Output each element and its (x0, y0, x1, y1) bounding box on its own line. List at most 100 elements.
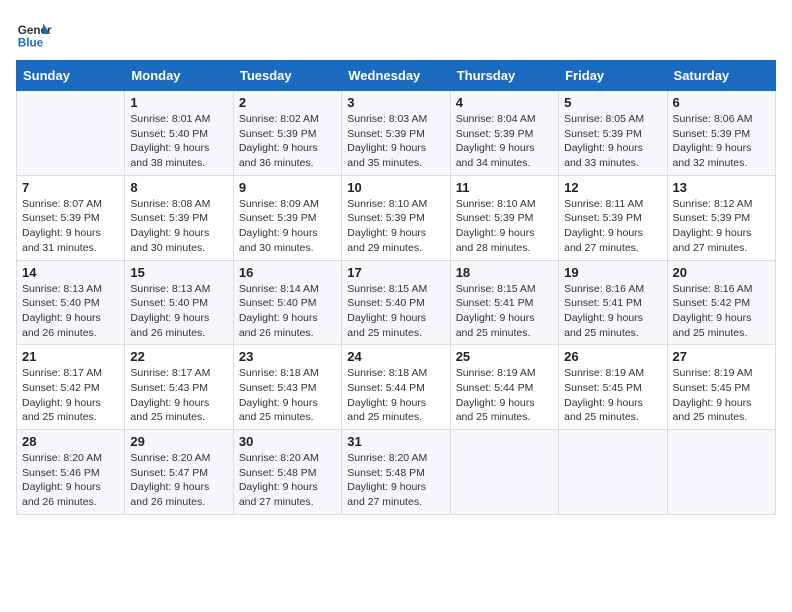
calendar-cell: 24 Sunrise: 8:18 AMSunset: 5:44 PMDayligh… (342, 345, 450, 430)
day-info: Sunrise: 8:02 AMSunset: 5:39 PMDaylight:… (239, 112, 336, 171)
day-number: 17 (347, 265, 444, 280)
day-info: Sunrise: 8:20 AMSunset: 5:48 PMDaylight:… (347, 451, 444, 510)
calendar-cell (667, 430, 775, 515)
day-info: Sunrise: 8:06 AMSunset: 5:39 PMDaylight:… (673, 112, 770, 171)
calendar-cell: 7Sunrise: 8:07 AMSunset: 5:39 PMDaylight… (17, 175, 125, 260)
day-info: Sunrise: 8:11 AMSunset: 5:39 PMDaylight:… (564, 197, 661, 256)
calendar-cell: 1 Sunrise: 8:01 AMSunset: 5:40 PMDaylight… (125, 91, 233, 176)
calendar-week-row: 14 Sunrise: 8:13 AMSunset: 5:40 PMDayligh… (17, 260, 776, 345)
day-number: 30 (239, 434, 336, 449)
calendar-cell: 31Sunrise: 8:20 AMSunset: 5:48 PMDayligh… (342, 430, 450, 515)
day-number: 6 (673, 95, 770, 110)
calendar-cell (450, 430, 558, 515)
day-info: Sunrise: 8:18 AMSunset: 5:44 PMDaylight:… (347, 366, 444, 425)
calendar-cell: 3 Sunrise: 8:03 AMSunset: 5:39 PMDaylight… (342, 91, 450, 176)
day-info: Sunrise: 8:13 AMSunset: 5:40 PMDaylight:… (22, 282, 119, 341)
day-info: Sunrise: 8:10 AMSunset: 5:39 PMDaylight:… (456, 197, 553, 256)
calendar-cell: 6 Sunrise: 8:06 AMSunset: 5:39 PMDaylight… (667, 91, 775, 176)
day-number: 23 (239, 349, 336, 364)
calendar-cell: 8 Sunrise: 8:08 AMSunset: 5:39 PMDaylight… (125, 175, 233, 260)
day-info: Sunrise: 8:16 AMSunset: 5:42 PMDaylight:… (673, 282, 770, 341)
day-info: Sunrise: 8:08 AMSunset: 5:39 PMDaylight:… (130, 197, 227, 256)
calendar-week-row: 28 Sunrise: 8:20 AMSunset: 5:46 PMDayligh… (17, 430, 776, 515)
logo: General Blue (16, 16, 52, 52)
calendar-table: SundayMondayTuesdayWednesdayThursdayFrid… (16, 60, 776, 515)
calendar-cell: 4 Sunrise: 8:04 AMSunset: 5:39 PMDaylight… (450, 91, 558, 176)
calendar-cell: 20 Sunrise: 8:16 AMSunset: 5:42 PMDayligh… (667, 260, 775, 345)
day-info: Sunrise: 8:20 AMSunset: 5:47 PMDaylight:… (130, 451, 227, 510)
calendar-cell: 17Sunrise: 8:15 AMSunset: 5:40 PMDayligh… (342, 260, 450, 345)
calendar-cell: 9 Sunrise: 8:09 AMSunset: 5:39 PMDaylight… (233, 175, 341, 260)
calendar-cell: 27 Sunrise: 8:19 AMSunset: 5:45 PMDayligh… (667, 345, 775, 430)
day-info: Sunrise: 8:13 AMSunset: 5:40 PMDaylight:… (130, 282, 227, 341)
day-number: 24 (347, 349, 444, 364)
day-info: Sunrise: 8:05 AMSunset: 5:39 PMDaylight:… (564, 112, 661, 171)
day-number: 19 (564, 265, 661, 280)
day-info: Sunrise: 8:19 AMSunset: 5:44 PMDaylight:… (456, 366, 553, 425)
day-number: 15 (130, 265, 227, 280)
day-number: 4 (456, 95, 553, 110)
day-number: 14 (22, 265, 119, 280)
day-number: 3 (347, 95, 444, 110)
day-number: 29 (130, 434, 227, 449)
calendar-header-row: SundayMondayTuesdayWednesdayThursdayFrid… (17, 61, 776, 91)
day-info: Sunrise: 8:09 AMSunset: 5:39 PMDaylight:… (239, 197, 336, 256)
weekday-header: Thursday (450, 61, 558, 91)
calendar-week-row: 7Sunrise: 8:07 AMSunset: 5:39 PMDaylight… (17, 175, 776, 260)
svg-text:Blue: Blue (18, 37, 44, 50)
day-number: 18 (456, 265, 553, 280)
day-number: 25 (456, 349, 553, 364)
calendar-cell: 13Sunrise: 8:12 AMSunset: 5:39 PMDayligh… (667, 175, 775, 260)
day-number: 7 (22, 180, 119, 195)
day-info: Sunrise: 8:14 AMSunset: 5:40 PMDaylight:… (239, 282, 336, 341)
day-info: Sunrise: 8:15 AMSunset: 5:41 PMDaylight:… (456, 282, 553, 341)
day-info: Sunrise: 8:19 AMSunset: 5:45 PMDaylight:… (564, 366, 661, 425)
day-info: Sunrise: 8:04 AMSunset: 5:39 PMDaylight:… (456, 112, 553, 171)
calendar-body: 1 Sunrise: 8:01 AMSunset: 5:40 PMDaylight… (17, 91, 776, 515)
weekday-header: Tuesday (233, 61, 341, 91)
day-number: 20 (673, 265, 770, 280)
calendar-cell: 19 Sunrise: 8:16 AMSunset: 5:41 PMDayligh… (559, 260, 667, 345)
day-number: 2 (239, 95, 336, 110)
calendar-cell: 5Sunrise: 8:05 AMSunset: 5:39 PMDaylight… (559, 91, 667, 176)
calendar-cell (559, 430, 667, 515)
logo-icon: General Blue (16, 16, 52, 52)
calendar-cell: 25 Sunrise: 8:19 AMSunset: 5:44 PMDayligh… (450, 345, 558, 430)
calendar-week-row: 1 Sunrise: 8:01 AMSunset: 5:40 PMDaylight… (17, 91, 776, 176)
calendar-cell: 16 Sunrise: 8:14 AMSunset: 5:40 PMDayligh… (233, 260, 341, 345)
day-info: Sunrise: 8:20 AMSunset: 5:48 PMDaylight:… (239, 451, 336, 510)
day-number: 8 (130, 180, 227, 195)
calendar-cell: 14 Sunrise: 8:13 AMSunset: 5:40 PMDayligh… (17, 260, 125, 345)
calendar-cell: 11 Sunrise: 8:10 AMSunset: 5:39 PMDayligh… (450, 175, 558, 260)
day-number: 21 (22, 349, 119, 364)
day-number: 22 (130, 349, 227, 364)
day-number: 11 (456, 180, 553, 195)
calendar-cell: 22 Sunrise: 8:17 AMSunset: 5:43 PMDayligh… (125, 345, 233, 430)
page-header: General Blue (16, 16, 776, 52)
day-number: 9 (239, 180, 336, 195)
calendar-cell: 28 Sunrise: 8:20 AMSunset: 5:46 PMDayligh… (17, 430, 125, 515)
day-info: Sunrise: 8:17 AMSunset: 5:43 PMDaylight:… (130, 366, 227, 425)
calendar-cell: 29 Sunrise: 8:20 AMSunset: 5:47 PMDayligh… (125, 430, 233, 515)
day-info: Sunrise: 8:01 AMSunset: 5:40 PMDaylight:… (130, 112, 227, 171)
day-info: Sunrise: 8:17 AMSunset: 5:42 PMDaylight:… (22, 366, 119, 425)
day-number: 28 (22, 434, 119, 449)
day-number: 26 (564, 349, 661, 364)
day-number: 27 (673, 349, 770, 364)
weekday-header: Sunday (17, 61, 125, 91)
calendar-cell: 30 Sunrise: 8:20 AMSunset: 5:48 PMDayligh… (233, 430, 341, 515)
day-info: Sunrise: 8:03 AMSunset: 5:39 PMDaylight:… (347, 112, 444, 171)
weekday-header: Friday (559, 61, 667, 91)
calendar-cell: 21 Sunrise: 8:17 AMSunset: 5:42 PMDayligh… (17, 345, 125, 430)
calendar-cell: 23 Sunrise: 8:18 AMSunset: 5:43 PMDayligh… (233, 345, 341, 430)
day-info: Sunrise: 8:20 AMSunset: 5:46 PMDaylight:… (22, 451, 119, 510)
day-info: Sunrise: 8:19 AMSunset: 5:45 PMDaylight:… (673, 366, 770, 425)
day-info: Sunrise: 8:18 AMSunset: 5:43 PMDaylight:… (239, 366, 336, 425)
day-info: Sunrise: 8:16 AMSunset: 5:41 PMDaylight:… (564, 282, 661, 341)
calendar-cell: 12 Sunrise: 8:11 AMSunset: 5:39 PMDayligh… (559, 175, 667, 260)
day-number: 1 (130, 95, 227, 110)
day-number: 16 (239, 265, 336, 280)
day-number: 12 (564, 180, 661, 195)
day-info: Sunrise: 8:10 AMSunset: 5:39 PMDaylight:… (347, 197, 444, 256)
day-info: Sunrise: 8:12 AMSunset: 5:39 PMDaylight:… (673, 197, 770, 256)
